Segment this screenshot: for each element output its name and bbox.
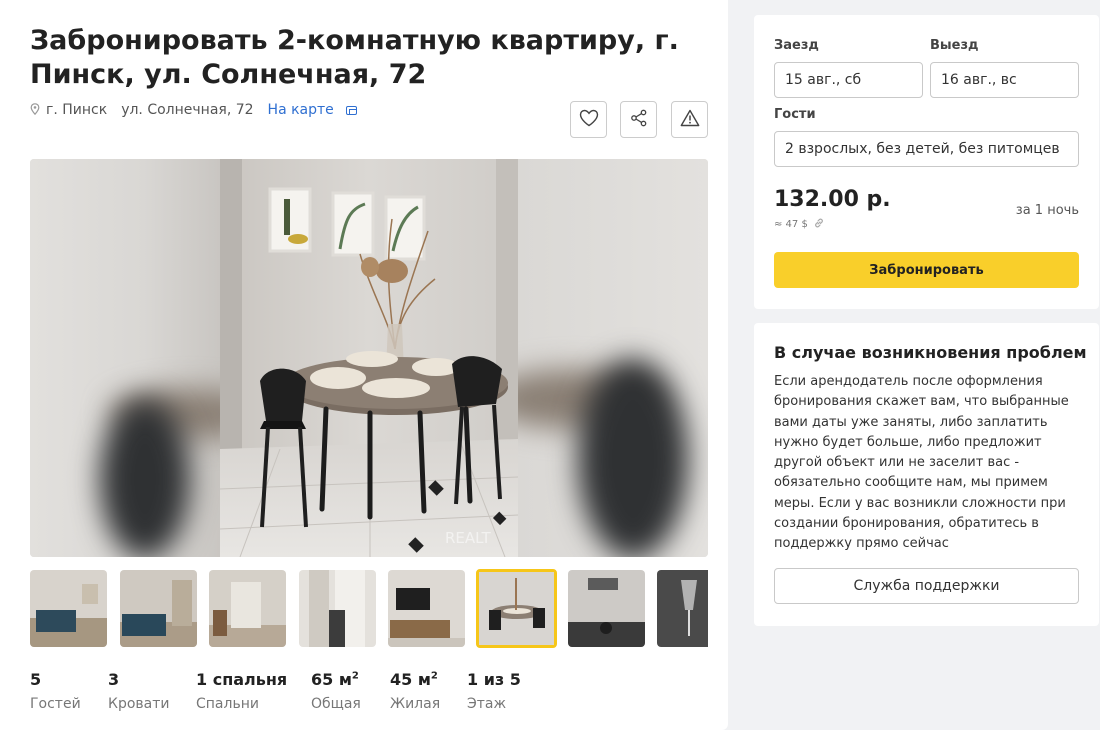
photo-gallery[interactable]: REALT — [30, 159, 708, 557]
checkin-label: Заезд — [774, 38, 819, 53]
stat-value: 1 из 5 — [467, 670, 521, 689]
watermark-text: REALT — [445, 529, 491, 547]
thumbnail[interactable] — [299, 570, 376, 647]
share-icon — [630, 109, 648, 131]
booking-card: Заезд Выезд 15 авг., сб 16 авг., вс Гост… — [754, 15, 1099, 309]
stat-label: Кровати — [108, 696, 170, 712]
address-street: ул. Солнечная, 72 — [121, 102, 254, 118]
favorite-button[interactable] — [570, 101, 607, 138]
thumbnail-selected[interactable] — [476, 569, 557, 648]
guests-field[interactable]: 2 взрослых, без детей, без питомцев — [774, 131, 1079, 167]
map-window-icon[interactable] — [345, 105, 357, 115]
link-icon[interactable] — [813, 217, 825, 232]
stat-floor: 1 из 5 Этаж — [467, 670, 547, 712]
thumbnail[interactable] — [388, 570, 465, 647]
page-title: Забронировать 2-комнатную квартиру, г. П… — [30, 25, 679, 90]
help-card: В случае возникновения проблем Если арен… — [754, 323, 1099, 626]
help-text: Если арендодатель после оформления брони… — [774, 374, 1069, 552]
checkin-field[interactable]: 15 авг., сб — [774, 62, 923, 98]
thumbnail[interactable] — [120, 570, 197, 647]
stat-label: Этаж — [467, 696, 507, 712]
per-night-label: за 1 ночь — [1015, 203, 1079, 218]
checkout-field[interactable]: 16 авг., вс — [930, 62, 1079, 98]
stat-label: Жилая — [390, 696, 441, 712]
pin-icon — [30, 102, 40, 118]
address-row: г. Пинск ул. Солнечная, 72 На карте — [30, 102, 357, 118]
stat-value: 3 — [108, 670, 120, 689]
gallery-blurred-right — [488, 159, 708, 557]
stat-total-area: 65 м2 Общая — [311, 670, 390, 712]
map-link[interactable]: На карте — [268, 102, 334, 118]
price-usd-row: ≈ 47 $ — [774, 217, 825, 232]
thumbnail[interactable] — [568, 570, 645, 647]
price: 132.00 р. — [774, 187, 891, 212]
checkout-label: Выезд — [930, 38, 979, 53]
share-button[interactable] — [620, 101, 657, 138]
price-usd: ≈ 47 $ — [774, 219, 808, 230]
report-button[interactable] — [671, 101, 708, 138]
stat-value: 45 м2 — [390, 670, 438, 689]
support-button[interactable]: Служба поддержки — [774, 568, 1079, 604]
stat-value: 1 спальня — [196, 670, 288, 689]
warning-icon — [680, 109, 700, 131]
book-button[interactable]: Забронировать — [774, 252, 1079, 288]
property-stats: 5 Гостей 3 Кровати 1 спальня Спальни 65 … — [30, 670, 547, 712]
thumbnail[interactable] — [209, 570, 286, 647]
guests-label: Гости — [774, 107, 816, 122]
thumbnail[interactable] — [30, 570, 107, 647]
listing-card: Забронировать 2-комнатную квартиру, г. П… — [0, 0, 728, 730]
help-title: В случае возникновения проблем — [774, 343, 1087, 362]
gallery-blurred-left — [30, 159, 270, 557]
main-photo: REALT — [220, 159, 518, 557]
address-city: г. Пинск — [46, 102, 108, 118]
thumbnail-strip — [30, 569, 708, 648]
stat-bedrooms: 1 спальня Спальни — [196, 670, 311, 712]
stat-value: 65 м2 — [311, 670, 359, 689]
stat-living-area: 45 м2 Жилая — [390, 670, 467, 712]
stat-label: Гостей — [30, 696, 81, 712]
stat-label: Спальни — [196, 696, 259, 712]
stat-guests: 5 Гостей — [30, 670, 108, 712]
stat-beds: 3 Кровати — [108, 670, 196, 712]
stat-label: Общая — [311, 696, 361, 712]
stat-value: 5 — [30, 670, 42, 689]
thumbnail[interactable] — [657, 570, 708, 647]
heart-icon — [579, 109, 599, 131]
